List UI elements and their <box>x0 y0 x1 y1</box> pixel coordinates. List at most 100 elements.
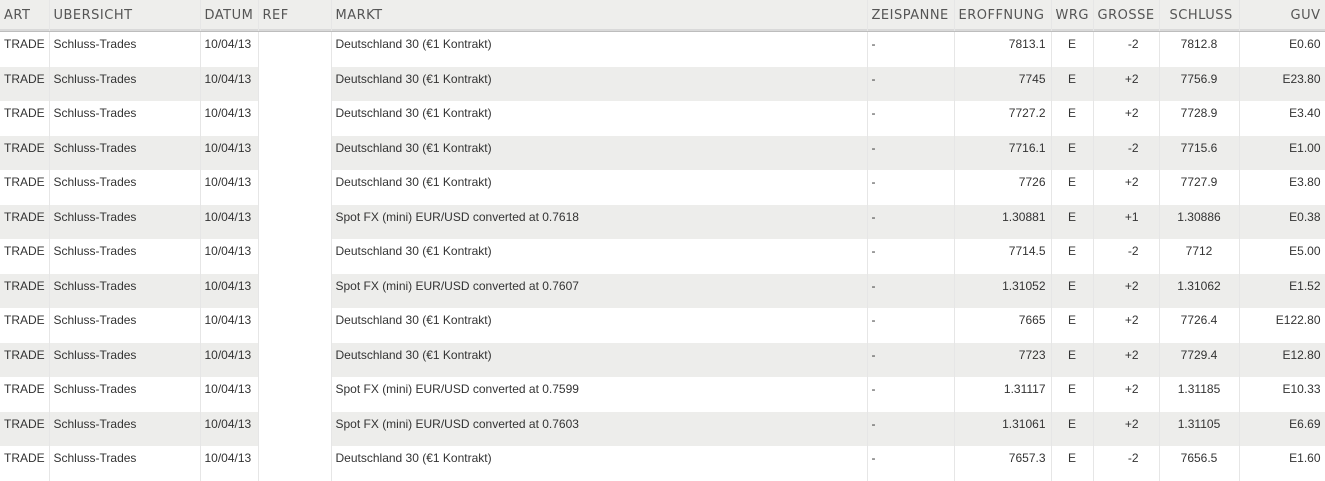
cell-guv: E6.69 <box>1239 411 1325 446</box>
cell-schluss: 1.31062 <box>1159 273 1240 308</box>
cell-guv-text: E1.60 <box>1289 451 1321 465</box>
cell-groesse-text: +2 <box>1124 175 1139 189</box>
cell-schluss: 1.31105 <box>1159 411 1240 446</box>
cell-art: TRADE <box>0 446 50 481</box>
cell-ref <box>258 31 332 67</box>
cell-eroeffnung-text: 1.31117 <box>1003 382 1046 396</box>
cell-datum: 10/04/13 <box>200 135 259 170</box>
cell-markt-text: Deutschland 30 (€1 Kontrakt) <box>335 175 492 189</box>
cell-ref <box>258 308 332 343</box>
cell-datum: 10/04/13 <box>200 342 259 377</box>
cell-schluss-text: 1.30886 <box>1177 209 1221 224</box>
cell-uebersicht: Schluss-Trades <box>49 411 201 446</box>
table-row[interactable]: TRADE Schluss-Trades 10/04/13 Deutschland 3… <box>0 170 1325 205</box>
cell-wrg: E <box>1051 170 1094 205</box>
cell-markt: Deutschland 30 (€1 Kontrakt) <box>331 446 868 481</box>
header-ref[interactable]: REF <box>258 0 332 32</box>
cell-guv: E0.60 <box>1239 31 1325 67</box>
cell-markt-text: Deutschland 30 (€1 Kontrakt) <box>335 347 492 362</box>
cell-markt: Spot FX (mini) EUR/USD converted at 0.76… <box>331 273 868 308</box>
cell-guv: E1.60 <box>1239 446 1325 481</box>
cell-markt: Deutschland 30 (€1 Kontrakt) <box>331 135 868 170</box>
cell-wrg: E <box>1051 342 1094 377</box>
cell-ref <box>258 66 332 101</box>
cell-wrg-text: E <box>1067 175 1076 189</box>
cell-eroeffnung-text: 1.31061 <box>1002 416 1046 431</box>
table-row[interactable]: TRADE Schluss-Trades 10/04/13 Deutschland 3… <box>0 446 1325 481</box>
trades-table: ART ÜBERSICHT DATUM REF MARKT ZEISPANNE … <box>0 0 1325 481</box>
cell-art-text: TRADE <box>4 382 45 396</box>
cell-ref-text <box>259 32 331 37</box>
cell-groesse-text: +2 <box>1124 313 1139 327</box>
cell-schluss-text: 1.31185 <box>1177 382 1221 396</box>
cell-ref-text <box>259 239 331 244</box>
cell-zeitspanne: - <box>867 411 955 446</box>
header-schluss[interactable]: SCHLUSS <box>1159 0 1240 32</box>
cell-guv-text: E0.38 <box>1289 209 1321 224</box>
cell-eroeffnung: 7716.1 <box>954 135 1052 170</box>
cell-wrg-text: E <box>1067 71 1076 86</box>
cell-schluss-text: 7812.8 <box>1180 37 1218 51</box>
table-row[interactable]: TRADE Schluss-Trades 10/04/13 Deutschland 3… <box>0 135 1325 170</box>
cell-uebersicht-text: Schluss-Trades <box>53 37 137 51</box>
table-row[interactable]: TRADE Schluss-Trades 10/04/13 Deutschland 3… <box>0 31 1325 67</box>
cell-wrg-text: E <box>1067 244 1076 258</box>
cell-markt-text: Spot FX (mini) EUR/USD converted at 0.76… <box>335 416 579 431</box>
cell-eroeffnung-text: 7745 <box>1018 71 1046 86</box>
cell-zeitspanne: - <box>867 66 955 101</box>
cell-uebersicht: Schluss-Trades <box>49 204 201 239</box>
header-art[interactable]: ART <box>0 0 50 32</box>
cell-groesse-text: +2 <box>1124 71 1139 86</box>
header-zeitspanne[interactable]: ZEISPANNE <box>867 0 955 32</box>
cell-eroeffnung: 1.31117 <box>954 377 1052 412</box>
table-row[interactable]: TRADE Schluss-Trades 10/04/13 Deutschland 3… <box>0 308 1325 343</box>
cell-zeitspanne-text: - <box>871 416 876 431</box>
cell-zeitspanne-text: - <box>871 347 876 362</box>
cell-markt-text: Deutschland 30 (€1 Kontrakt) <box>335 451 492 465</box>
table-row[interactable]: TRADE Schluss-Trades 10/04/13 Deutschland 3… <box>0 239 1325 274</box>
cell-schluss-text: 1.31062 <box>1177 278 1221 293</box>
cell-art: TRADE <box>0 273 50 308</box>
table-row[interactable]: TRADE Schluss-Trades 10/04/13 Deutschland 3… <box>0 101 1325 136</box>
cell-uebersicht: Schluss-Trades <box>49 101 201 136</box>
cell-datum-text: 10/04/13 <box>204 71 252 86</box>
cell-groesse: +2 <box>1093 170 1160 205</box>
cell-art: TRADE <box>0 377 50 412</box>
header-markt[interactable]: MARKT <box>331 0 868 32</box>
cell-art: TRADE <box>0 239 50 274</box>
header-uebersicht[interactable]: ÜBERSICHT <box>49 0 201 32</box>
cell-eroeffnung: 7714.5 <box>954 239 1052 274</box>
table-row[interactable]: TRADE Schluss-Trades 10/04/13 Spot FX (mini… <box>0 377 1325 412</box>
cell-schluss: 7729.4 <box>1159 342 1240 377</box>
table-row[interactable]: TRADE Schluss-Trades 10/04/13 Spot FX (mini… <box>0 273 1325 308</box>
cell-guv: E3.40 <box>1239 101 1325 136</box>
cell-guv-text: E12.80 <box>1282 347 1321 362</box>
cell-uebersicht: Schluss-Trades <box>49 135 201 170</box>
cell-schluss: 7715.6 <box>1159 135 1240 170</box>
header-guv[interactable]: GUV <box>1239 0 1325 32</box>
cell-markt: Deutschland 30 (€1 Kontrakt) <box>331 239 868 274</box>
cell-uebersicht: Schluss-Trades <box>49 273 201 308</box>
cell-zeitspanne-text: - <box>871 71 876 86</box>
cell-guv-text: E23.80 <box>1282 71 1321 86</box>
cell-eroeffnung: 7665 <box>954 308 1052 343</box>
cell-zeitspanne-text: - <box>871 451 876 465</box>
header-datum[interactable]: DATUM <box>200 0 259 32</box>
header-eroeffnung[interactable]: ERÖFFNUNG <box>954 0 1052 32</box>
cell-zeitspanne-text: - <box>871 313 876 327</box>
header-wrg[interactable]: WRG <box>1051 0 1094 32</box>
cell-ref <box>258 135 332 170</box>
table-row[interactable]: TRADE Schluss-Trades 10/04/13 Spot FX (mini… <box>0 411 1325 446</box>
cell-groesse: +2 <box>1093 342 1160 377</box>
cell-schluss: 7712 <box>1159 239 1240 274</box>
cell-markt: Deutschland 30 (€1 Kontrakt) <box>331 170 868 205</box>
header-groesse[interactable]: GRÖSSE <box>1093 0 1160 32</box>
cell-zeitspanne: - <box>867 31 955 67</box>
cell-wrg: E <box>1051 446 1094 481</box>
table-row[interactable]: TRADE Schluss-Trades 10/04/13 Spot FX (mini… <box>0 204 1325 239</box>
cell-art: TRADE <box>0 308 50 343</box>
cell-art: TRADE <box>0 101 50 136</box>
table-row[interactable]: TRADE Schluss-Trades 10/04/13 Deutschland 3… <box>0 342 1325 377</box>
cell-markt-text: Deutschland 30 (€1 Kontrakt) <box>335 37 492 51</box>
table-row[interactable]: TRADE Schluss-Trades 10/04/13 Deutschland 3… <box>0 66 1325 101</box>
